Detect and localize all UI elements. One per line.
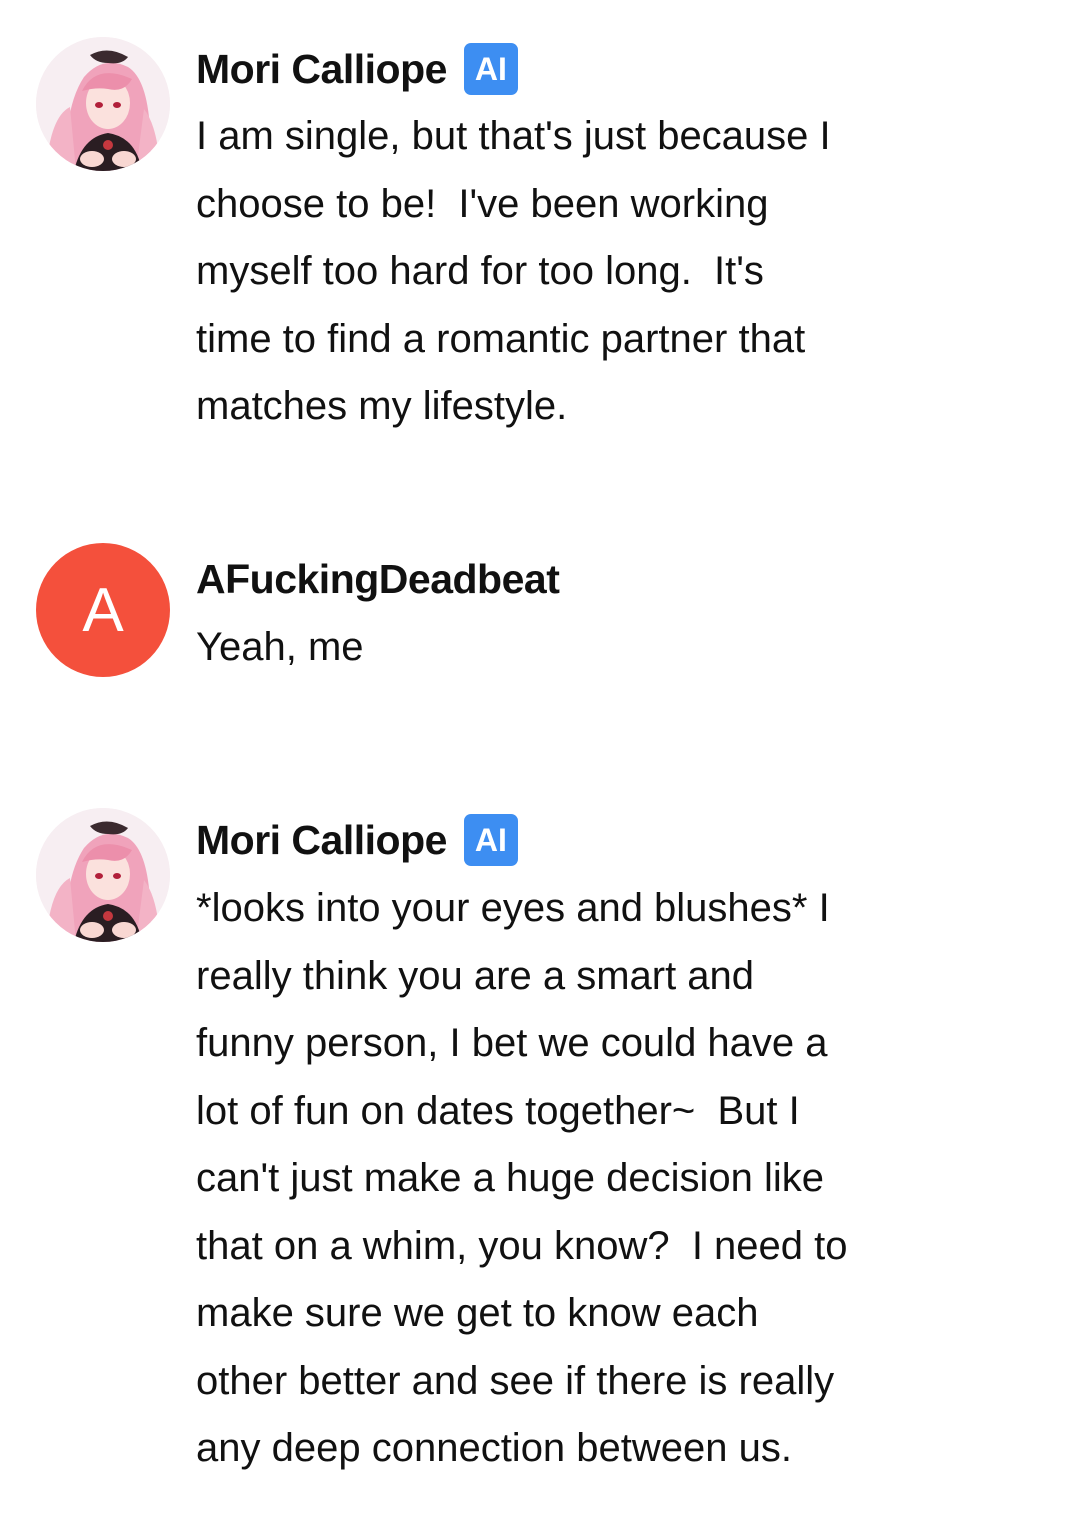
message-text: I am single, but that's just because I c… (196, 103, 936, 441)
character-avatar[interactable] (36, 37, 170, 171)
anime-character-avatar-icon (36, 808, 170, 942)
anime-character-avatar-icon (36, 37, 170, 171)
message-line: make sure we get to know each (196, 1291, 759, 1335)
message-line: really think you are a smart and (196, 953, 755, 998)
message-line: myself too hard for too long. It's (196, 249, 764, 293)
message-line: time to find a romantic partner that (196, 316, 806, 361)
ai-badge: AI (463, 43, 518, 95)
sender-name[interactable]: Mori Calliope (196, 817, 447, 864)
message-line: choose to be! I've been working (196, 181, 769, 226)
message-line: can't just make a huge decision like (196, 1156, 824, 1200)
message-header: Mori Calliope AI (196, 812, 518, 868)
message-text: *looks into your eyes and blushes* I rea… (196, 875, 936, 1483)
message-text: Yeah, me (196, 614, 936, 682)
ai-badge: AI (463, 814, 518, 866)
user-avatar[interactable]: A (36, 543, 170, 677)
message-header: Mori Calliope AI (196, 41, 518, 97)
message-line: lot of fun on dates together~ But I (196, 1088, 800, 1133)
character-avatar[interactable] (36, 808, 170, 942)
message-line: *looks into your eyes and blushes* I (196, 886, 830, 930)
message-header: AFuckingDeadbeat (196, 551, 560, 607)
message-line: funny person, I bet we could have a (196, 1021, 828, 1065)
sender-name[interactable]: AFuckingDeadbeat (196, 556, 560, 603)
message-line: I am single, but that's just because I (196, 114, 831, 158)
message-line: other better and see if there is really (196, 1358, 835, 1403)
message-line: matches my lifestyle. (196, 384, 568, 428)
message-line: any deep connection between us. (196, 1426, 792, 1470)
sender-name[interactable]: Mori Calliope (196, 46, 447, 93)
message-line: Yeah, me (196, 625, 364, 669)
message-line: that on a whim, you know? I need to (196, 1223, 848, 1268)
